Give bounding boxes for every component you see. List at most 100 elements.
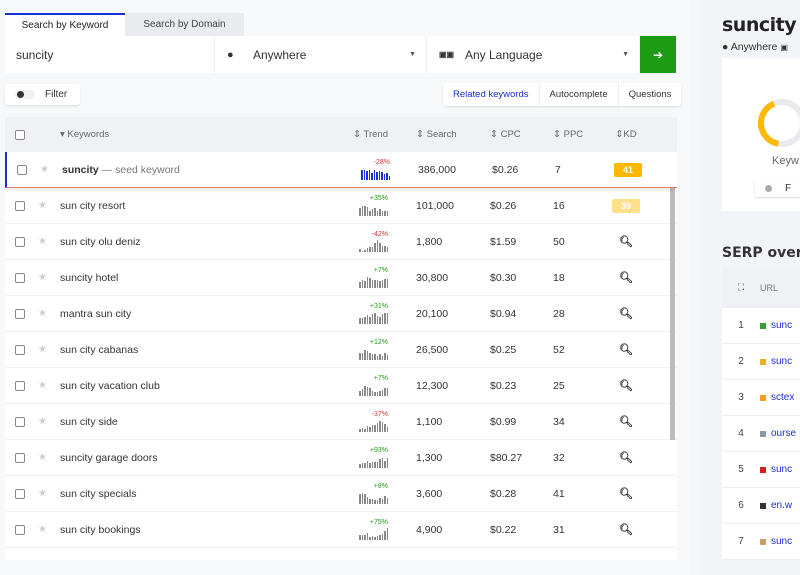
select-all-checkbox[interactable]	[15, 129, 25, 140]
table-row[interactable]: ★ sun city bookings +75% 4,900 $0.22 31 …	[5, 512, 677, 548]
serp-url[interactable]: sunc	[771, 320, 792, 331]
toggle-switch[interactable]	[15, 90, 35, 99]
trend-bar	[366, 315, 368, 324]
star-icon[interactable]: ★	[38, 488, 48, 499]
seed-keyword-row[interactable]: ★ suncity — seed keyword -28% 386,000 $0…	[5, 152, 677, 188]
column-search[interactable]: ⇕ Search	[388, 129, 466, 140]
language-select[interactable]: ▣▣ Any Language ▼	[427, 36, 640, 73]
cpc-value: $0.28	[490, 487, 517, 500]
keyword-text[interactable]: sun city vacation club	[60, 380, 160, 392]
serp-url[interactable]: sunc	[771, 464, 792, 475]
keyword-text[interactable]: sun city side	[60, 416, 118, 428]
search-go-button[interactable]: ➔	[640, 36, 677, 73]
search-icon[interactable]: 🔍︎	[619, 379, 633, 392]
tab-questions[interactable]: Questions	[619, 83, 682, 106]
column-kd[interactable]: ⇕ KD	[591, 129, 661, 140]
table-row[interactable]: ★ sun city cabanas +12% 26,500 $0.25 52 …	[5, 332, 677, 368]
search-icon[interactable]: 🔍︎	[619, 235, 633, 248]
card-toggle[interactable]: F	[755, 179, 800, 197]
search-icon[interactable]: 🔍︎	[619, 487, 633, 500]
star-icon[interactable]: ★	[38, 416, 48, 427]
serp-url[interactable]: ourse	[771, 428, 796, 439]
table-row[interactable]: ★ sun city resort +35% 101,000 $0.26 16 …	[5, 188, 677, 224]
serp-row[interactable]: 7 sunc	[722, 524, 800, 560]
expand-icon[interactable]: ⛶	[722, 282, 760, 293]
trend-percent: -28%	[373, 159, 390, 166]
trend-bar	[376, 240, 378, 252]
tab-related-keywords[interactable]: Related keywords	[443, 83, 540, 106]
search-icon[interactable]: 🔍︎	[619, 307, 633, 320]
row-checkbox[interactable]	[15, 236, 25, 247]
serp-row[interactable]: 6 en.w	[722, 488, 800, 524]
serp-row[interactable]: 2 sunc	[722, 344, 800, 380]
star-icon[interactable]: ★	[40, 164, 50, 175]
keyword-text[interactable]: mantra sun city	[60, 308, 131, 320]
table-row[interactable]: ★ sun city vacation club +7% 12,300 $0.2…	[5, 368, 677, 404]
filter-toggle[interactable]: Filter	[5, 84, 80, 105]
trend-bar	[359, 391, 361, 396]
row-checkbox[interactable]	[15, 452, 25, 463]
star-icon[interactable]: ★	[38, 452, 48, 463]
table-row[interactable]: ★ suncity hotel +7% 30,800 $0.30 18 🔍︎	[5, 260, 677, 296]
keyword-text[interactable]: sun city cabanas	[60, 344, 138, 356]
row-checkbox[interactable]	[15, 416, 25, 427]
star-icon[interactable]: ★	[38, 200, 48, 211]
column-cpc[interactable]: ⇕ CPC	[466, 129, 531, 140]
star-icon[interactable]: ★	[38, 308, 48, 319]
keyword-text[interactable]: sun city specials	[60, 488, 136, 500]
column-trend[interactable]: ⇕ Trend	[338, 129, 388, 140]
serp-row[interactable]: 1 sunc	[722, 308, 800, 344]
serp-url[interactable]: sctex	[771, 392, 794, 403]
serp-row[interactable]: 3 sctex	[722, 380, 800, 416]
trend-bar	[366, 461, 368, 468]
table-row[interactable]: ★ sun city side -37% 1,100 $0.99 34 🔍︎	[5, 404, 677, 440]
trend-bar	[374, 462, 376, 468]
keyword-text[interactable]: suncity hotel	[60, 272, 118, 284]
trend-bar	[361, 493, 363, 504]
search-icon[interactable]: 🔍︎	[619, 343, 633, 356]
location-select[interactable]: ● Anywhere ▼	[215, 36, 427, 73]
table-row[interactable]: ★ sun city olu deniz -42% 1,800 $1.59 50…	[5, 224, 677, 260]
serp-row[interactable]: 5 sunc	[722, 452, 800, 488]
star-icon[interactable]: ★	[38, 524, 48, 535]
star-icon[interactable]: ★	[38, 272, 48, 283]
keyword-text[interactable]: suncity garage doors	[60, 452, 157, 464]
row-checkbox[interactable]	[15, 200, 25, 211]
row-checkbox[interactable]	[15, 344, 25, 355]
row-checkbox[interactable]	[15, 524, 25, 535]
scrollbar[interactable]	[670, 187, 675, 440]
trend-cell: -28%	[340, 159, 390, 180]
table-row[interactable]: ★ suncity garage doors +93% 1,300 $80.27…	[5, 440, 677, 476]
serp-url[interactable]: en.w	[771, 500, 792, 511]
serp-row[interactable]: 4 ourse	[722, 416, 800, 452]
serp-url[interactable]: sunc	[771, 536, 792, 547]
search-icon[interactable]: 🔍︎	[619, 523, 633, 536]
search-icon[interactable]: 🔍︎	[619, 415, 633, 428]
tab-search-by-domain[interactable]: Search by Domain	[125, 13, 244, 36]
keyword-text[interactable]: sun city resort	[60, 200, 125, 212]
keyword-input[interactable]: suncity	[5, 36, 215, 73]
location-pin-icon: ●	[227, 48, 234, 61]
row-checkbox[interactable]	[17, 164, 27, 175]
serp-url[interactable]: sunc	[771, 356, 792, 367]
row-checkbox[interactable]	[15, 488, 25, 499]
trend-bar	[381, 211, 383, 216]
tab-autocomplete[interactable]: Autocomplete	[540, 83, 619, 106]
keyword-text[interactable]: sun city bookings	[60, 524, 141, 536]
row-checkbox[interactable]	[15, 308, 25, 319]
star-icon[interactable]: ★	[38, 236, 48, 247]
column-keywords[interactable]: ▾ Keywords	[48, 129, 338, 140]
star-icon[interactable]: ★	[38, 344, 48, 355]
trend-bar	[379, 535, 381, 540]
row-checkbox[interactable]	[15, 272, 25, 283]
tab-search-by-keyword[interactable]: Search by Keyword	[5, 13, 125, 36]
table-row[interactable]: ★ sun city specials +8% 3,600 $0.28 41 🔍…	[5, 476, 677, 512]
keyword-text[interactable]: sun city olu deniz	[60, 236, 141, 248]
table-row[interactable]: ★ mantra sun city +31% 20,100 $0.94 28 🔍…	[5, 296, 677, 332]
star-icon[interactable]: ★	[38, 380, 48, 391]
search-icon[interactable]: 🔍︎	[619, 451, 633, 464]
search-icon[interactable]: 🔍︎	[619, 271, 633, 284]
column-ppc[interactable]: ⇕ PPC	[531, 129, 591, 140]
row-checkbox[interactable]	[15, 380, 25, 391]
keyword-text[interactable]: suncity	[62, 164, 99, 176]
